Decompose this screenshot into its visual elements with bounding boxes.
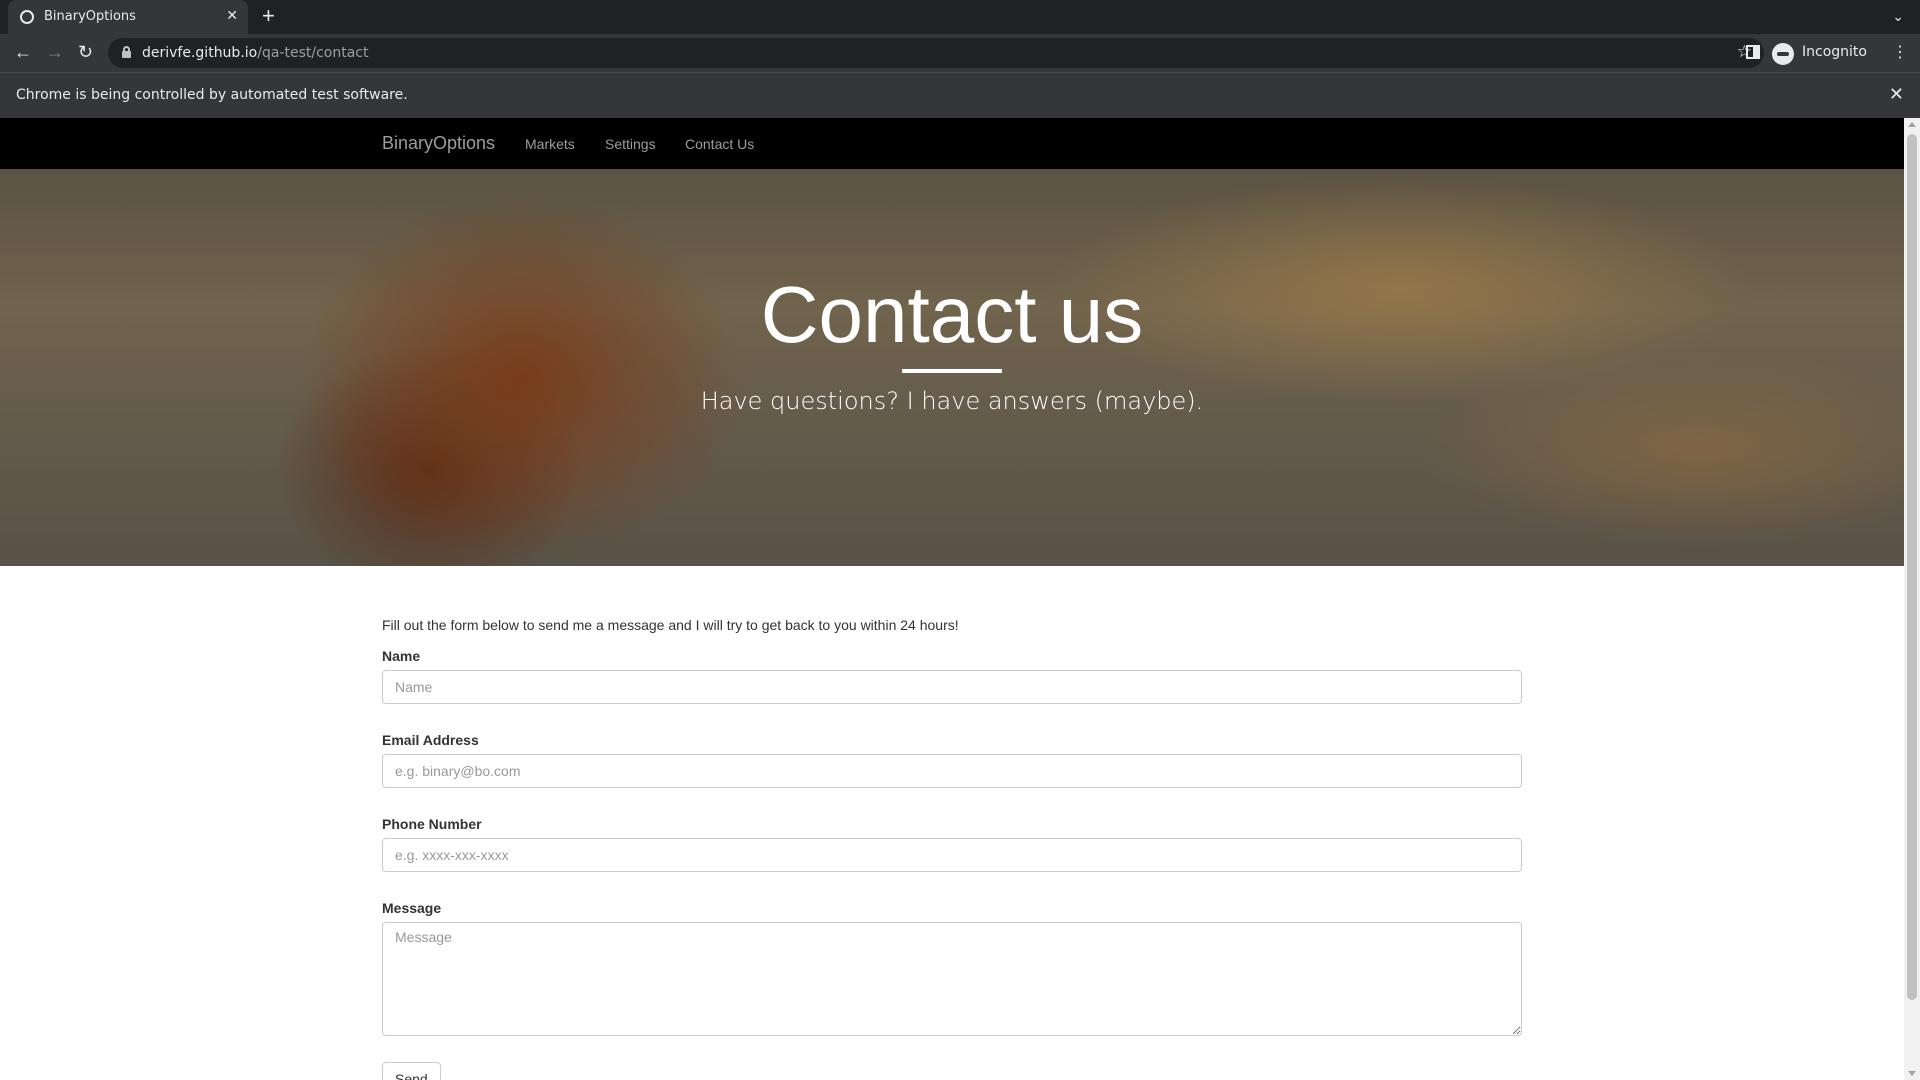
name-field[interactable] bbox=[382, 670, 1522, 704]
site-navbar: BinaryOptions Markets Settings Contact U… bbox=[0, 118, 1904, 169]
tab-title: BinaryOptions bbox=[44, 9, 136, 24]
kebab-menu-icon[interactable]: ⋮ bbox=[1892, 44, 1908, 62]
close-icon[interactable]: ✕ bbox=[1889, 84, 1904, 105]
browser-toolbar: ← → ↻ derivfe.github.io/qa-test/contact … bbox=[0, 34, 1920, 72]
name-label: Name bbox=[382, 648, 421, 664]
page-title: Contact us bbox=[760, 270, 1144, 359]
profile-label: Incognito bbox=[1802, 44, 1867, 60]
globe-icon bbox=[20, 10, 34, 24]
phone-field[interactable] bbox=[382, 838, 1522, 872]
page-subtitle: Have questions? I have answers (maybe). bbox=[700, 387, 1204, 415]
scroll-down-icon[interactable] bbox=[1908, 1071, 1916, 1076]
address-bar[interactable]: derivfe.github.io/qa-test/contact ☆ bbox=[108, 38, 1764, 68]
infobar-message: Chrome is being controlled by automated … bbox=[16, 87, 408, 103]
browser-tab[interactable]: BinaryOptions ✕ bbox=[8, 0, 248, 34]
lock-icon[interactable] bbox=[122, 46, 131, 58]
page-viewport: BinaryOptions Markets Settings Contact U… bbox=[0, 118, 1904, 1080]
close-icon[interactable]: ✕ bbox=[226, 7, 238, 24]
brand-link[interactable]: BinaryOptions bbox=[382, 133, 495, 154]
send-button[interactable]: Send bbox=[382, 1062, 441, 1080]
plus-icon[interactable]: + bbox=[262, 5, 275, 27]
side-panel-icon[interactable] bbox=[1746, 45, 1760, 59]
tab-strip: BinaryOptions ✕ + ⌄ bbox=[0, 0, 1920, 34]
title-divider bbox=[902, 369, 1002, 373]
automation-infobar: Chrome is being controlled by automated … bbox=[0, 72, 1920, 118]
hero-banner: Contact us Have questions? I have answer… bbox=[0, 169, 1904, 566]
scrollbar-thumb[interactable] bbox=[1907, 134, 1917, 1000]
scroll-up-icon[interactable] bbox=[1908, 122, 1916, 127]
message-label: Message bbox=[382, 900, 442, 916]
arrow-left-icon[interactable]: ← bbox=[14, 42, 32, 62]
arrow-right-icon[interactable]: → bbox=[46, 42, 64, 62]
url-text: derivfe.github.io/qa-test/contact bbox=[142, 45, 369, 61]
form-intro: Fill out the form below to send me a mes… bbox=[382, 617, 959, 633]
message-field[interactable] bbox=[382, 922, 1522, 1036]
chevron-down-icon[interactable]: ⌄ bbox=[1892, 8, 1904, 25]
email-label: Email Address bbox=[382, 732, 479, 748]
reload-icon[interactable]: ↻ bbox=[78, 42, 93, 62]
nav-link-markets[interactable]: Markets bbox=[525, 136, 575, 152]
nav-link-settings[interactable]: Settings bbox=[605, 136, 656, 152]
phone-label: Phone Number bbox=[382, 816, 482, 832]
nav-link-contact[interactable]: Contact Us bbox=[685, 136, 754, 152]
email-field[interactable] bbox=[382, 754, 1522, 788]
incognito-icon bbox=[1772, 43, 1794, 65]
page-scrollbar[interactable] bbox=[1904, 118, 1920, 1080]
